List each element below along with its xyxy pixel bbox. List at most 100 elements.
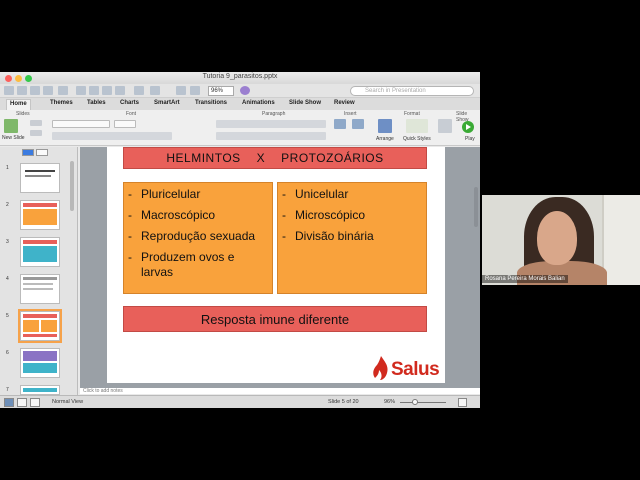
group-label-font: Font (126, 111, 137, 117)
copy-icon[interactable] (89, 86, 99, 95)
list-item: - Produzem ovos e larvas (128, 250, 268, 280)
slide-thumbnail-5[interactable] (18, 309, 62, 343)
quick-styles-button[interactable]: Quick Styles (403, 136, 431, 142)
new-slide-button[interactable]: New Slide (2, 135, 25, 141)
slide-thumbnail-3[interactable] (20, 237, 60, 267)
powerpoint-window: Tutoria 9_parasitos.pptx 96% ⚲ Search in… (0, 72, 480, 408)
help-icon[interactable] (240, 86, 250, 95)
item-text: Divisão binária (295, 229, 374, 243)
list-item: - Unicelular (282, 187, 422, 202)
salus-logo: Salus (371, 355, 445, 383)
slide-thumbnail-4[interactable] (20, 274, 60, 304)
save-icon[interactable] (43, 86, 53, 95)
tab-charts[interactable]: Charts (120, 100, 139, 106)
search-input[interactable]: Search in Presentation (350, 86, 474, 96)
arrange-icon[interactable] (378, 119, 392, 133)
thumbnail-number: 2 (6, 202, 9, 208)
paragraph-buttons-row1[interactable] (216, 120, 326, 128)
title-helmintos: HELMINTOS (166, 151, 241, 165)
slides-view-tab[interactable] (22, 149, 34, 156)
tab-review[interactable]: Review (334, 100, 355, 106)
fit-window-icon[interactable] (458, 398, 467, 407)
gallery-icon[interactable] (176, 86, 186, 95)
new-slide-icon[interactable] (4, 119, 18, 133)
paste-icon[interactable] (102, 86, 112, 95)
status-bar: Normal View Slide 5 of 20 96% (0, 395, 480, 408)
title-x: X (256, 151, 266, 165)
templates-icon[interactable] (17, 86, 27, 95)
window-title: Tutoria 9_parasitos.pptx (202, 73, 278, 80)
slide-counter: Slide 5 of 20 (328, 399, 359, 405)
open-icon[interactable] (30, 86, 40, 95)
slide-sorter-button[interactable] (17, 398, 27, 407)
bullet: - (128, 250, 132, 264)
cut-icon[interactable] (76, 86, 86, 95)
paragraph-buttons-row2[interactable] (216, 132, 326, 140)
slide-thumbnail-2[interactable] (20, 200, 60, 230)
print-icon[interactable] (58, 86, 68, 95)
play-icon[interactable] (462, 121, 474, 133)
flame-icon (373, 356, 388, 380)
title-bar: Tutoria 9_parasitos.pptx (0, 72, 480, 84)
thumbnail-number: 4 (6, 276, 9, 282)
participant-name: Rosana Pereira Morais Balian (482, 275, 568, 283)
participant-video: Rosana Pereira Morais Balian (482, 195, 640, 285)
text-box-icon[interactable] (334, 119, 346, 129)
format-painter-icon[interactable] (115, 86, 125, 95)
slide-thumbnail-1[interactable] (20, 163, 60, 193)
format-shape-icon[interactable] (438, 119, 452, 133)
redo-icon[interactable] (150, 86, 160, 95)
item-text: Produzem ovos e larvas (141, 250, 235, 279)
quick-styles-icon[interactable] (406, 119, 428, 133)
protozoarios-box[interactable]: - Unicelular - Microscópico - Divisão binár… (277, 182, 427, 294)
participant-face (537, 211, 577, 265)
tab-smartart[interactable]: SmartArt (154, 100, 180, 106)
tab-slide-show[interactable]: Slide Show (289, 100, 321, 106)
slide-thumbnail-6[interactable] (20, 348, 60, 378)
current-slide[interactable]: HELMINTOS X PROTOZOÁRIOS - Pluricelular -… (107, 147, 445, 383)
notes-field[interactable]: Click to add notes (80, 388, 480, 394)
slide-thumbnail-7[interactable] (20, 385, 60, 395)
ribbon-home: Slides Font Paragraph Insert Format Slid… (0, 110, 480, 146)
font-name-select[interactable] (52, 120, 110, 128)
play-button[interactable]: Play (465, 136, 475, 142)
tab-home[interactable]: Home (6, 99, 31, 110)
background-door (602, 195, 640, 285)
slide-title[interactable]: HELMINTOS X PROTOZOÁRIOS (123, 147, 427, 169)
item-text: Reprodução sexuada (141, 229, 256, 243)
helmintos-box[interactable]: - Pluricelular - Macroscópico - Reprodução … (123, 182, 273, 294)
picture-icon[interactable] (352, 119, 364, 129)
zoom-slider-knob[interactable] (412, 399, 418, 405)
font-size-select[interactable] (114, 120, 136, 128)
standard-toolbar: 96% ⚲ Search in Presentation (0, 84, 480, 98)
group-label-insert: Insert (344, 111, 357, 117)
group-label-paragraph: Paragraph (262, 111, 286, 117)
new-icon[interactable] (4, 86, 14, 95)
group-label-format: Format (404, 111, 420, 117)
slide-scrollbar[interactable] (474, 187, 478, 227)
panel-scrollbar[interactable] (70, 161, 74, 211)
thumbnail-number: 1 (6, 165, 9, 171)
zoom-select[interactable]: 96% (208, 86, 234, 96)
bullet: - (282, 229, 286, 243)
section-icon[interactable] (30, 130, 42, 136)
outline-view-tab[interactable] (36, 149, 48, 156)
font-format-buttons[interactable] (52, 132, 172, 140)
tab-tables[interactable]: Tables (87, 100, 106, 106)
undo-icon[interactable] (134, 86, 144, 95)
thumbnail-number: 7 (6, 387, 9, 393)
slide-show-button[interactable] (30, 398, 40, 407)
tab-animations[interactable]: Animations (242, 100, 275, 106)
tab-transitions[interactable]: Transitions (195, 100, 227, 106)
response-box[interactable]: Resposta imune diferente (123, 306, 427, 332)
view-name: Normal View (52, 399, 84, 405)
arrange-button[interactable]: Arrange (376, 136, 394, 142)
item-text: Pluricelular (141, 187, 201, 201)
normal-view-button[interactable] (4, 398, 14, 407)
layout-icon[interactable] (30, 120, 42, 126)
list-item: - Pluricelular (128, 187, 268, 202)
tab-themes[interactable]: Themes (50, 100, 73, 106)
zoom-slider[interactable] (400, 402, 446, 403)
media-icon[interactable] (190, 86, 200, 95)
status-zoom: 96% (384, 399, 396, 405)
